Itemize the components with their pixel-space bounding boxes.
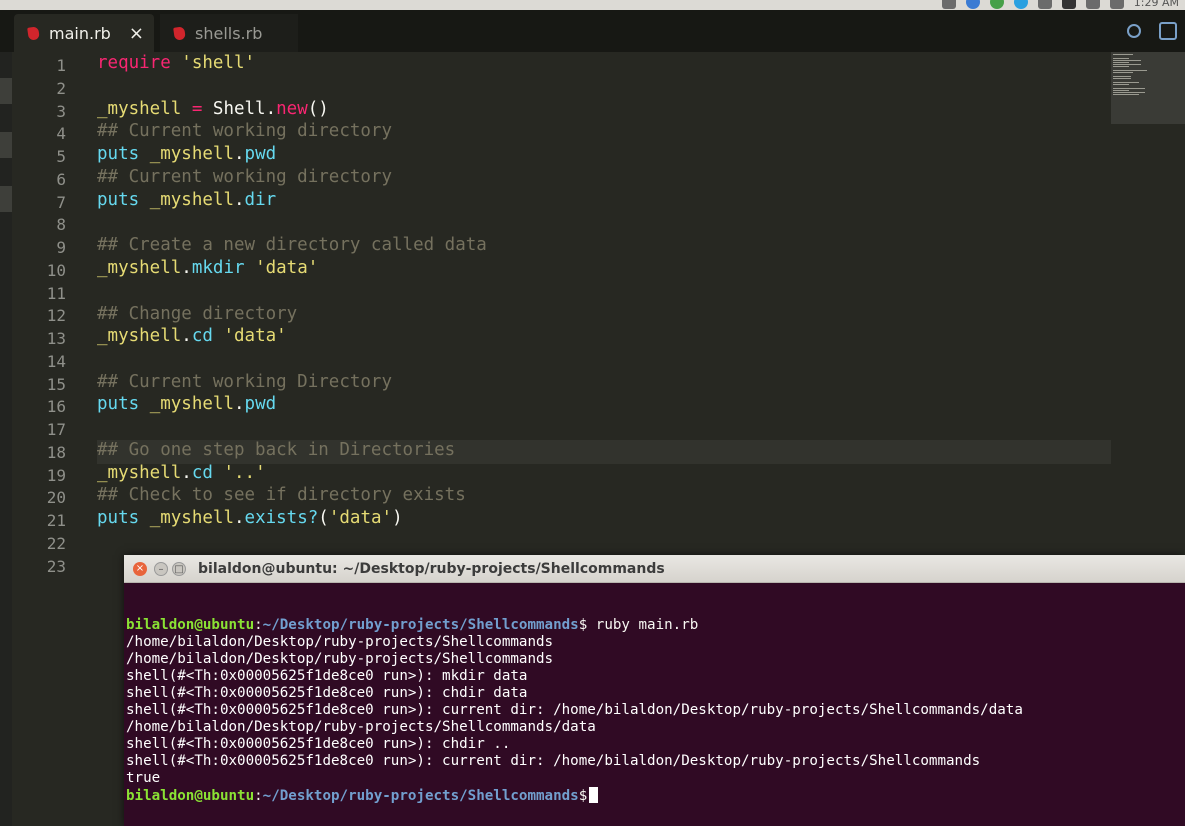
terminal-title: bilaldon@ubuntu: ~/Desktop/ruby-projects… [198, 561, 665, 577]
sidebar-marker [0, 132, 12, 158]
terminal-prompt-line: bilaldon@ubuntu:~/Desktop/ruby-projects/… [126, 787, 599, 804]
line-number: 13 [46, 329, 66, 348]
ruby-file-icon [27, 25, 40, 41]
sidebar-collapsed [0, 52, 12, 826]
minimize-window-button[interactable]: – [154, 562, 168, 576]
keyboard-layout-icon[interactable] [1061, 0, 1076, 9]
sidebar-marker [0, 186, 12, 212]
line-number: 6 [56, 170, 66, 189]
code-comment: ## Go one step back in Directories [97, 440, 456, 460]
tab-label: shells.rb [195, 23, 263, 43]
terminal-output-line: /home/bilaldon/Desktop/ruby-projects/She… [126, 719, 596, 735]
code-line: puts _myshell.dir [97, 190, 277, 210]
terminal-window[interactable]: × – □ bilaldon@ubuntu: ~/Desktop/ruby-pr… [124, 555, 1185, 826]
terminal-output-line: true [126, 770, 161, 786]
line-number: 12 [46, 306, 66, 325]
green-app-icon[interactable] [989, 0, 1004, 9]
line-number: 7 [56, 193, 66, 212]
tab-label: main.rb [49, 23, 111, 43]
terminal-cursor [589, 787, 599, 803]
line-number: 21 [46, 511, 66, 530]
terminal-output-line: shell(#<Th:0x00005625f1de8ce0 run>): chd… [126, 736, 511, 752]
line-number: 18 [46, 443, 66, 462]
camera-icon[interactable] [941, 0, 956, 9]
terminal-output-line: /home/bilaldon/Desktop/ruby-projects/She… [126, 651, 554, 667]
chrome-icon[interactable] [965, 0, 980, 9]
code-comment: ## Current working directory [97, 167, 393, 187]
line-number: 2 [56, 79, 66, 98]
line-number: 15 [46, 375, 66, 394]
code-line: puts _myshell.pwd [97, 394, 277, 414]
line-number: 11 [46, 284, 66, 303]
code-comment: ## Change directory [97, 304, 298, 324]
close-window-button[interactable]: × [133, 562, 147, 576]
code-line: _myshell.mkdir 'data' [97, 258, 319, 278]
system-tray: 1:29 AM [941, 0, 1185, 10]
code-line: _myshell.cd '..' [97, 463, 266, 483]
line-number: 16 [46, 397, 66, 416]
code-line: _myshell.cd 'data' [97, 326, 287, 346]
line-number: 9 [56, 238, 66, 257]
code-line: puts _myshell.exists?('data') [97, 508, 403, 528]
terminal-output-line: shell(#<Th:0x00005625f1de8ce0 run>): chd… [126, 685, 528, 701]
minimap[interactable] [1111, 52, 1185, 124]
code-comment: ## Current working Directory [97, 372, 393, 392]
line-number: 5 [56, 147, 66, 166]
system-top-panel: 1:29 AM [0, 0, 1185, 10]
line-number: 14 [46, 352, 66, 371]
terminal-output-line: /home/bilaldon/Desktop/ruby-projects/She… [126, 634, 554, 650]
terminal-output-line: shell(#<Th:0x00005625f1de8ce0 run>): cur… [126, 702, 1023, 718]
battery-icon[interactable] [1109, 0, 1124, 9]
editor-tab-bar: main.rb × shells.rb [0, 10, 1185, 52]
bluetooth-icon[interactable] [1085, 0, 1100, 9]
line-number: 8 [56, 215, 66, 234]
code-line: puts _myshell.pwd [97, 144, 277, 164]
find-icon[interactable] [1127, 24, 1141, 38]
code-line: _myshell = Shell.new() [97, 99, 329, 119]
ruby-file-icon [173, 25, 186, 41]
code-comment: ## Current working directory [97, 121, 393, 141]
tab-main-rb[interactable]: main.rb × [14, 14, 154, 52]
skype-icon[interactable] [1013, 0, 1028, 9]
line-number: 3 [56, 102, 66, 121]
line-number: 22 [46, 534, 66, 553]
terminal-output-line: shell(#<Th:0x00005625f1de8ce0 run>): cur… [126, 753, 981, 769]
line-number: 4 [56, 124, 66, 143]
code-comment: ## Create a new directory called data [97, 235, 487, 255]
tab-shells-rb[interactable]: shells.rb [160, 14, 298, 52]
line-number: 1 [56, 56, 66, 75]
line-number: 17 [46, 420, 66, 439]
line-number: 19 [46, 466, 66, 485]
system-clock[interactable]: 1:29 AM [1134, 0, 1179, 9]
line-number: 23 [46, 557, 66, 576]
terminal-output-line: shell(#<Th:0x00005625f1de8ce0 run>): mkd… [126, 668, 528, 684]
line-number: 10 [46, 261, 66, 280]
maximize-window-button[interactable]: □ [172, 562, 186, 576]
code-comment: ## Check to see if directory exists [97, 485, 466, 505]
close-tab-icon[interactable]: × [129, 23, 144, 44]
editor-toolbar-right [1127, 10, 1185, 52]
sidebar-marker [0, 78, 12, 104]
line-number: 20 [46, 488, 66, 507]
terminal-titlebar[interactable]: × – □ bilaldon@ubuntu: ~/Desktop/ruby-pr… [124, 555, 1185, 583]
split-view-icon[interactable] [1159, 22, 1177, 40]
code-line: require 'shell' [97, 53, 256, 73]
terminal-prompt-line: bilaldon@ubuntu:~/Desktop/ruby-projects/… [126, 617, 699, 633]
wifi-icon[interactable] [1037, 0, 1052, 9]
